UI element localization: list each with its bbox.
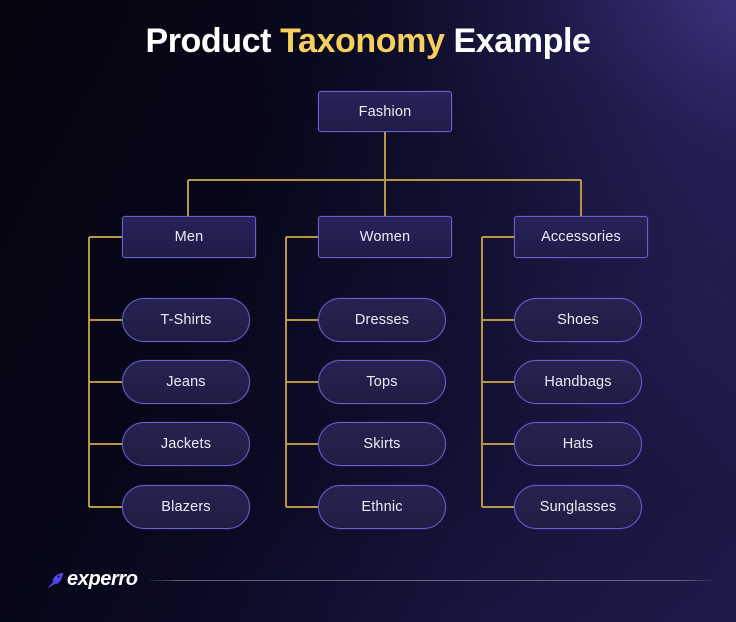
node-label: Accessories: [541, 229, 621, 245]
node-leaf-dresses[interactable]: Dresses: [318, 298, 446, 342]
node-label: Shoes: [557, 312, 599, 328]
node-label: Fashion: [358, 103, 412, 120]
node-leaf-blazers[interactable]: Blazers: [122, 485, 250, 529]
node-leaf-jackets[interactable]: Jackets: [122, 422, 250, 466]
node-label: Blazers: [161, 499, 211, 515]
node-label: T-Shirts: [160, 312, 212, 328]
node-label: Jeans: [166, 374, 206, 390]
node-label: Tops: [366, 374, 398, 390]
node-label: Men: [174, 229, 204, 245]
footer-divider: [148, 580, 712, 581]
node-leaf-hats[interactable]: Hats: [514, 422, 642, 466]
experro-logo[interactable]: experro: [45, 568, 138, 591]
bird-mark-icon: [48, 572, 64, 588]
node-label: Ethnic: [361, 499, 403, 515]
node-branch-accessories[interactable]: Accessories: [514, 216, 648, 258]
node-label: Dresses: [354, 312, 410, 328]
node-leaf-handbags[interactable]: Handbags: [514, 360, 642, 404]
node-branch-men[interactable]: Men: [122, 216, 256, 258]
node-leaf-ethnic[interactable]: Ethnic: [318, 485, 446, 529]
node-leaf-skirts[interactable]: Skirts: [318, 422, 446, 466]
node-label: Women: [359, 229, 411, 245]
node-leaf-jeans[interactable]: Jeans: [122, 360, 250, 404]
node-label: Jackets: [160, 436, 212, 452]
node-label: Sunglasses: [539, 499, 617, 515]
node-leaf-tops[interactable]: Tops: [318, 360, 446, 404]
logo-text: experro: [67, 568, 138, 590]
node-leaf-sunglasses[interactable]: Sunglasses: [514, 485, 642, 529]
node-label: Hats: [562, 436, 594, 452]
node-root-fashion[interactable]: Fashion: [318, 91, 452, 132]
node-leaf-t-shirts[interactable]: T-Shirts: [122, 298, 250, 342]
node-label: Skirts: [363, 436, 401, 452]
footer: experro: [0, 560, 736, 622]
taxonomy-diagram-canvas: Product Taxonomy Example Fashion Men Wom…: [0, 0, 736, 622]
node-leaf-shoes[interactable]: Shoes: [514, 298, 642, 342]
node-branch-women[interactable]: Women: [318, 216, 452, 258]
node-label: Handbags: [544, 374, 612, 390]
